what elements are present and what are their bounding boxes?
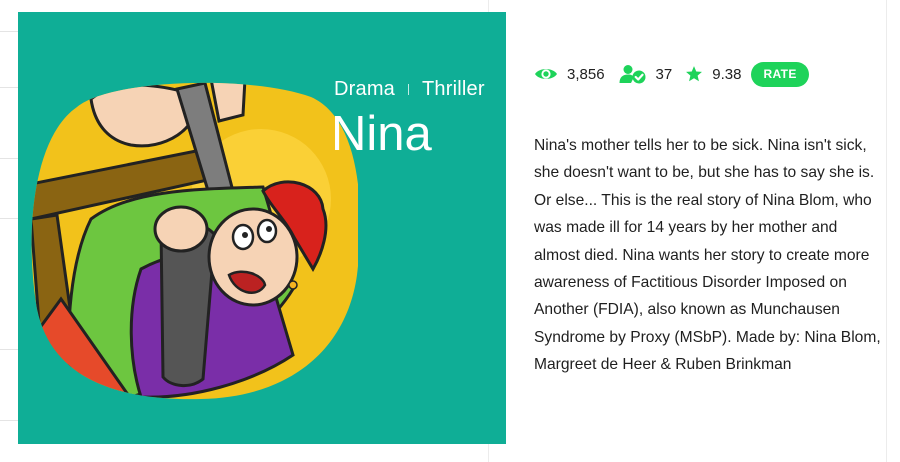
row-divider (0, 87, 18, 88)
row-divider (0, 218, 18, 219)
genre-drama[interactable]: Drama (334, 78, 395, 101)
stats-bar: 3,856 37 9.38 RATE (534, 61, 809, 87)
cover-illustration (31, 82, 358, 400)
star-icon (685, 65, 703, 83)
row-divider (0, 158, 18, 159)
row-divider (0, 349, 18, 350)
views-stat: 3,856 (534, 66, 605, 83)
comic-title: Nina (331, 107, 432, 161)
row-divider (0, 420, 18, 421)
genre-list: Drama Thriller (334, 78, 485, 101)
followers-stat: 37 (619, 64, 673, 84)
genre-thriller[interactable]: Thriller (422, 78, 485, 101)
rating-stat: 9.38 (685, 65, 741, 83)
rating-value: 9.38 (712, 65, 742, 83)
comic-cover[interactable]: Drama Thriller Nina (18, 12, 506, 444)
followers-check-icon (619, 64, 647, 84)
eye-icon (534, 66, 558, 82)
comic-description: Nina's mother tells her to be sick. Nina… (534, 137, 881, 374)
followers-count: 37 (655, 65, 673, 83)
rate-button[interactable]: RATE (751, 61, 809, 87)
row-divider (0, 31, 18, 32)
genre-separator (408, 84, 410, 95)
column-divider (886, 0, 887, 462)
views-count: 3,856 (567, 65, 605, 83)
